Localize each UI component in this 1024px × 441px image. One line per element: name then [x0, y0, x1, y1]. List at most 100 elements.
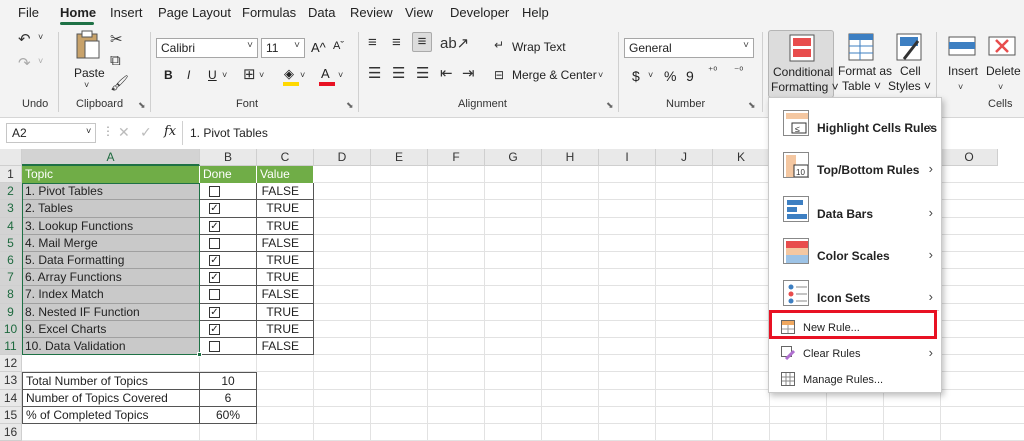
summary-label[interactable]: Number of Topics Covered — [22, 389, 200, 407]
column-header-a[interactable]: A — [22, 149, 200, 166]
checkbox[interactable]: ✓ — [209, 306, 220, 318]
checkbox[interactable] — [209, 341, 220, 352]
row-header-12[interactable]: 12 — [0, 355, 22, 373]
cell-styles-button[interactable]: Cell Styles ˅ — [886, 30, 931, 98]
summary-label[interactable]: % of Completed Topics — [22, 406, 200, 424]
row-header-5[interactable]: 5 — [0, 234, 22, 252]
align-center-icon[interactable]: ☰ — [392, 64, 405, 82]
conditional-formatting-button[interactable]: Conditional Formatting ˅ — [768, 30, 839, 98]
bold-button[interactable]: B — [164, 68, 173, 82]
redo-dropdown-icon[interactable]: ˅ — [38, 56, 43, 66]
column-header-k[interactable]: K — [713, 149, 770, 166]
manage-rules-item[interactable]: Manage Rules... — [769, 368, 941, 390]
column-header-e[interactable]: E — [371, 149, 428, 166]
column-header-g[interactable]: G — [485, 149, 542, 166]
font-size-select[interactable]: 11 ˅ — [261, 38, 305, 58]
undo-icon[interactable]: ↶ — [18, 30, 31, 48]
value-cell[interactable]: TRUE — [257, 303, 314, 321]
value-cell[interactable]: TRUE — [257, 200, 314, 218]
column-header-f[interactable]: F — [428, 149, 485, 166]
clear-rules-item[interactable]: Clear Rules › — [769, 342, 941, 364]
menu-help[interactable]: Help — [522, 5, 549, 20]
name-box-dropdown-icon[interactable]: ˅ — [86, 126, 91, 136]
column-header-h[interactable]: H — [542, 149, 599, 166]
value-cell[interactable]: TRUE — [257, 217, 314, 235]
row-header-4[interactable]: 4 — [0, 217, 22, 235]
merge-center-button[interactable]: Merge & Center — [512, 68, 597, 82]
align-left-icon[interactable]: ☰ — [368, 64, 381, 82]
row-header-8[interactable]: 8 — [0, 286, 22, 304]
paste-label[interactable]: Paste — [74, 66, 105, 80]
menu-page-layout[interactable]: Page Layout — [158, 5, 231, 20]
done-cell[interactable]: ✓ — [200, 320, 257, 338]
value-cell[interactable]: FALSE — [257, 338, 314, 356]
name-box[interactable]: A2 — [6, 123, 96, 143]
summary-value[interactable]: 60% — [200, 406, 257, 424]
checkbox[interactable]: ✓ — [209, 203, 220, 215]
menu-home[interactable]: Home — [60, 5, 96, 20]
clipboard-launcher-icon[interactable]: ⬊ — [138, 100, 146, 111]
percent-button[interactable]: % — [664, 68, 676, 84]
column-header-c[interactable]: C — [257, 149, 314, 166]
row-header-1[interactable]: 1 — [0, 166, 22, 184]
redo-icon[interactable]: ↷ — [18, 54, 31, 72]
summary-value[interactable]: 10 — [200, 372, 257, 390]
color-scales-item[interactable]: Color Scales › — [769, 236, 941, 272]
increase-decimal-icon[interactable]: ⁺⁰ — [708, 66, 717, 77]
paste-button[interactable] — [70, 30, 104, 63]
format-as-table-button[interactable]: Format as Table ˅ — [836, 30, 892, 98]
cut-icon[interactable]: ✂ — [110, 30, 123, 48]
column-header-j[interactable]: J — [656, 149, 713, 166]
paste-dropdown-icon[interactable]: ˅ — [84, 80, 89, 90]
done-cell[interactable] — [200, 286, 257, 304]
insert-function-icon[interactable]: fx — [164, 124, 176, 139]
underline-button[interactable]: U — [208, 68, 217, 82]
value-cell[interactable]: FALSE — [257, 183, 314, 201]
comma-button[interactable]: 9 — [686, 68, 694, 84]
enter-icon[interactable]: ✓ — [140, 124, 152, 141]
formula-input[interactable]: 1. Pivot Tables — [190, 126, 268, 140]
decrease-decimal-icon[interactable]: ⁻⁰ — [734, 66, 743, 77]
checkbox[interactable] — [209, 186, 220, 198]
menu-formulas[interactable]: Formulas — [242, 5, 296, 20]
insert-cells-button[interactable]: Insert ˅ — [942, 30, 982, 96]
value-cell[interactable]: TRUE — [257, 269, 314, 287]
menu-insert[interactable]: Insert — [110, 5, 143, 20]
row-header-14[interactable]: 14 — [0, 389, 22, 407]
row-header-11[interactable]: 11 — [0, 338, 22, 356]
row-header-2[interactable]: 2 — [0, 183, 22, 201]
row-header-15[interactable]: 15 — [0, 406, 22, 424]
decrease-indent-icon[interactable]: ⇤ — [440, 64, 453, 82]
checkbox[interactable]: ✓ — [209, 323, 220, 335]
orientation-icon[interactable]: ab↗ — [440, 34, 469, 52]
row-header-7[interactable]: 7 — [0, 269, 22, 287]
number-format-select[interactable]: General ˅ — [624, 38, 754, 58]
checkbox[interactable]: ✓ — [209, 220, 220, 232]
fill-handle[interactable] — [197, 352, 202, 358]
done-cell[interactable]: ✓ — [200, 269, 257, 287]
merge-dropdown-icon[interactable]: ˅ — [598, 70, 603, 80]
grow-font-button[interactable]: A^ — [311, 40, 326, 55]
menu-review[interactable]: Review — [350, 5, 393, 20]
table-header-done[interactable]: Done — [200, 166, 257, 184]
row-header-13[interactable]: 13 — [0, 372, 22, 390]
cancel-icon[interactable]: ✕ — [118, 124, 130, 141]
fill-color-button[interactable]: ◈ — [282, 66, 300, 86]
done-cell[interactable] — [200, 338, 257, 356]
font-name-select[interactable]: Calibri ˅ — [156, 38, 258, 58]
increase-indent-icon[interactable]: ⇥ — [462, 64, 475, 82]
table-header-topic[interactable]: Topic — [22, 166, 200, 184]
borders-icon[interactable]: ⊞ — [243, 65, 256, 83]
row-header-3[interactable]: 3 — [0, 200, 22, 218]
copy-icon[interactable]: ⧉ — [110, 52, 121, 69]
format-painter-icon[interactable]: 🖌 — [110, 74, 129, 92]
value-cell[interactable]: FALSE — [257, 286, 314, 304]
summary-label[interactable]: Total Number of Topics — [22, 372, 200, 390]
shrink-font-button[interactable]: Aˇ — [333, 40, 344, 52]
underline-dropdown-icon[interactable]: ˅ — [222, 70, 227, 80]
row-header-9[interactable]: 9 — [0, 303, 22, 321]
align-right-icon[interactable]: ☰ — [416, 64, 429, 82]
currency-dropdown-icon[interactable]: ˅ — [648, 70, 653, 80]
table-header-value[interactable]: Value — [257, 166, 314, 184]
done-cell[interactable]: ✓ — [200, 217, 257, 235]
